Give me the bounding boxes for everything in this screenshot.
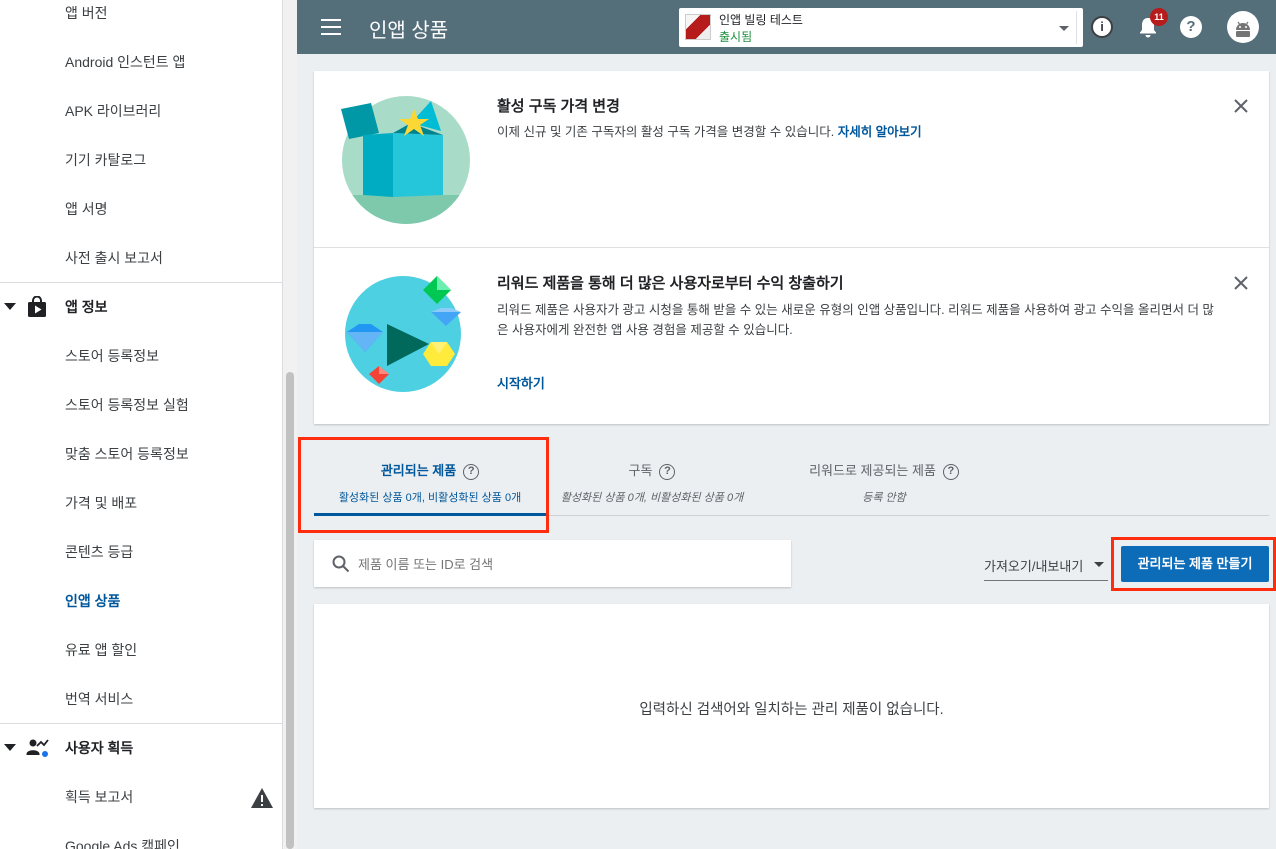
search-icon xyxy=(332,555,350,573)
promo-text: 리워드 제품은 사용자가 광고 시청을 통해 받을 수 있는 새로운 유형의 인… xyxy=(497,303,1214,337)
sidebar-item-app-signing[interactable]: 앱 서명 xyxy=(65,199,108,219)
tab-subtitle: 활성화된 상품 0개, 비활성화된 상품 0개 xyxy=(560,492,744,504)
sidebar-item-device-catalog[interactable]: 기기 카탈로그 xyxy=(65,150,146,170)
highlight-annotation-tab xyxy=(298,437,549,533)
search-input[interactable] xyxy=(358,554,768,574)
help-circle-icon[interactable]: ? xyxy=(942,463,959,480)
promo-card: 활성 구독 가격 변경 이제 신규 및 기존 구독자의 활성 구독 가격을 변경… xyxy=(314,71,1269,424)
warning-icon xyxy=(250,787,274,809)
sidebar-section-user-acquisition[interactable]: 사용자 획득 xyxy=(0,724,282,772)
sidebar-item-instant-apps[interactable]: Android 인스턴트 앱 xyxy=(65,52,185,72)
user-acquisition-icon xyxy=(26,737,49,759)
promo-title: 리워드 제품을 통해 더 많은 사용자로부터 수익 창출하기 xyxy=(497,275,844,292)
sidebar-item-prelaunch-report[interactable]: 사전 출시 보고서 xyxy=(65,248,163,268)
sidebar-item-apk-library[interactable]: APK 라이브러리 xyxy=(65,101,161,121)
tab-label-text: 구독 xyxy=(628,463,653,478)
chevron-down-icon xyxy=(1094,562,1104,567)
empty-state-message: 입력하신 검색어와 일치하는 관리 제품이 없습니다. xyxy=(639,702,944,718)
account-avatar[interactable] xyxy=(1227,11,1259,43)
learn-more-link[interactable]: 자세히 알아보기 xyxy=(838,125,922,139)
help-circle-icon[interactable]: ? xyxy=(659,463,676,480)
promo-text: 이제 신규 및 기존 구독자의 활성 구독 가격을 변경할 수 있습니다. 자세… xyxy=(497,122,1217,142)
tab-rewarded-products[interactable]: 리워드로 제공되는 제품? 등록 안함 xyxy=(768,440,1000,516)
sidebar-scrollbar-thumb[interactable] xyxy=(286,372,294,849)
sidebar-item-content-rating[interactable]: 콘텐츠 등급 xyxy=(65,542,133,562)
info-icon[interactable]: i xyxy=(1091,16,1113,38)
close-icon[interactable] xyxy=(1232,274,1250,292)
app-name: 인앱 빌링 테스트 xyxy=(719,13,803,27)
app-thumbnail xyxy=(685,14,711,40)
sidebar-item-paid-app-discount[interactable]: 유료 앱 할인 xyxy=(65,640,137,660)
tab-label: 리워드로 제공되는 제품? xyxy=(768,460,1000,480)
search-box[interactable] xyxy=(314,540,791,587)
sidebar-item-custom-store-listing[interactable]: 맞춤 스토어 등록정보 xyxy=(65,444,189,464)
tab-label-text: 리워드로 제공되는 제품 xyxy=(809,463,936,478)
results-card: 입력하신 검색어와 일치하는 관리 제품이 없습니다. xyxy=(314,604,1269,808)
chevron-down-icon[interactable] xyxy=(1059,26,1069,31)
tab-subscriptions[interactable]: 구독? 활성화된 상품 0개, 비활성화된 상품 0개 xyxy=(536,440,768,516)
caret-down-icon[interactable] xyxy=(4,744,16,751)
highlight-annotation-button xyxy=(1111,537,1276,591)
sidebar-section-app-info[interactable]: 앱 정보 xyxy=(0,283,282,331)
import-export-dropdown[interactable]: 가져오기/내보내기 xyxy=(984,547,1108,581)
hamburger-menu-icon[interactable] xyxy=(321,19,341,35)
tab-label: 구독? xyxy=(536,460,768,480)
caret-down-icon[interactable] xyxy=(4,303,16,310)
sidebar-item-app-versions[interactable]: 앱 버전 xyxy=(65,3,108,23)
get-started-link[interactable]: 시작하기 xyxy=(497,373,545,392)
promo-text-body: 이제 신규 및 기존 구독자의 활성 구독 가격을 변경할 수 있습니다. xyxy=(497,125,835,139)
import-export-label: 가져오기/내보내기 xyxy=(984,559,1084,574)
sidebar-item-in-app-products[interactable]: 인앱 상품 xyxy=(65,591,120,611)
page-title: 인앱 상품 xyxy=(369,20,449,42)
sidebar: 앱 버전 Android 인스턴트 앱 APK 라이브러리 기기 카탈로그 앱 … xyxy=(0,0,283,849)
top-app-bar: 인앱 상품 인앱 빌링 테스트 출시됨 i 11 ? xyxy=(297,0,1276,54)
promo-title: 활성 구독 가격 변경 xyxy=(497,98,620,115)
notification-count-badge: 11 xyxy=(1150,8,1168,26)
store-bag-icon xyxy=(26,295,48,318)
close-icon[interactable] xyxy=(1232,97,1250,115)
app-status: 출시됨 xyxy=(719,30,753,44)
promo-divider xyxy=(314,247,1269,248)
selector-divider xyxy=(1076,11,1077,44)
tab-subtitle: 등록 안함 xyxy=(862,492,906,504)
app-selector[interactable]: 인앱 빌링 테스트 출시됨 xyxy=(679,8,1083,47)
sidebar-item-store-listing-experiments[interactable]: 스토어 등록정보 실험 xyxy=(65,395,189,415)
sidebar-item-translation-service[interactable]: 번역 서비스 xyxy=(65,689,133,709)
gift-box-illustration xyxy=(341,95,471,225)
sidebar-item-store-listing[interactable]: 스토어 등록정보 xyxy=(65,346,159,366)
sidebar-section-label: 사용자 획득 xyxy=(65,740,134,756)
sidebar-item-acquisition-reports[interactable]: 획득 보고서 xyxy=(65,787,133,807)
rewarded-gems-illustration xyxy=(341,272,471,402)
help-icon[interactable]: ? xyxy=(1180,16,1202,38)
sidebar-section-label: 앱 정보 xyxy=(65,299,108,315)
sidebar-item-pricing-distribution[interactable]: 가격 및 배포 xyxy=(65,493,137,513)
sidebar-item-google-ads-campaigns[interactable]: Google Ads 캠페인 xyxy=(65,836,180,849)
